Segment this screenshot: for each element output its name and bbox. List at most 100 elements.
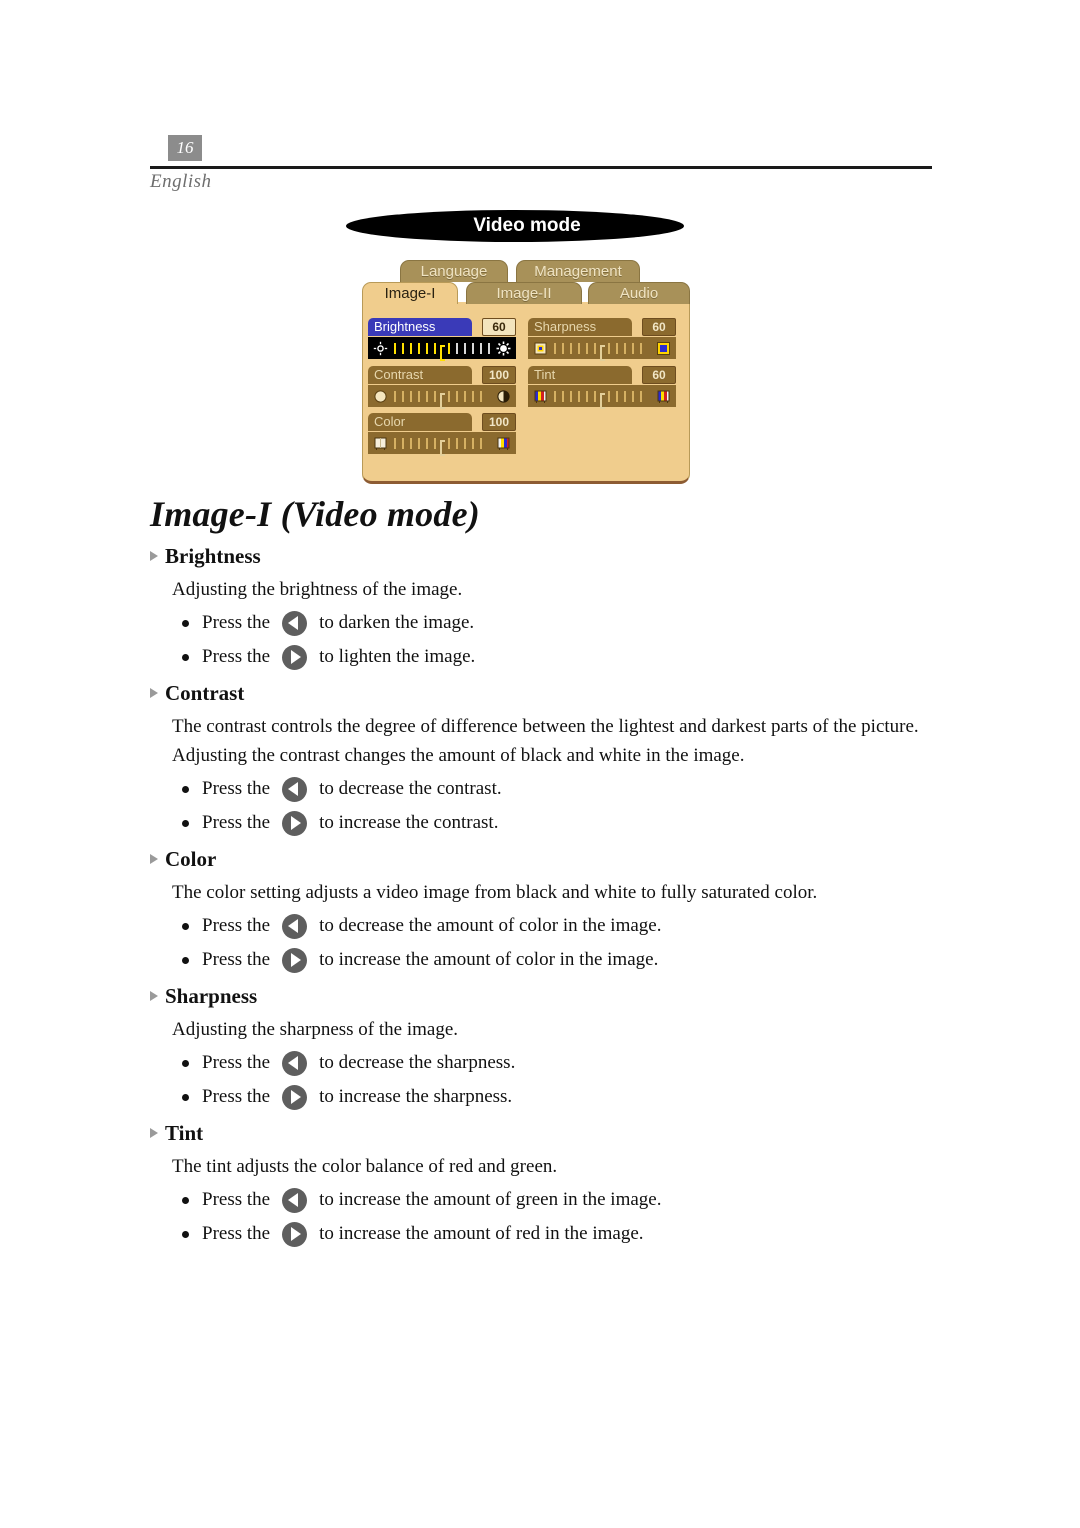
osd-slider-brightness[interactable]: Brightness 60 xyxy=(368,318,516,362)
press-suffix: to increase the amount of red in the ima… xyxy=(319,1223,644,1244)
press-suffix: to darken the image. xyxy=(319,612,475,633)
press-list: Press the to decrease the sharpness. Pre… xyxy=(182,1046,950,1114)
list-item: Press the to decrease the sharpness. xyxy=(182,1046,950,1080)
header-language-label: English xyxy=(150,171,212,192)
page-title: Image-I (Video mode) xyxy=(150,494,480,534)
list-item: Press the to increase the contrast. xyxy=(182,806,950,840)
square-soft-icon xyxy=(533,341,548,356)
section-color: Color The color setting adjusts a video … xyxy=(150,847,950,977)
osd-tab-language[interactable]: Language xyxy=(400,260,508,282)
arrow-right-icon[interactable] xyxy=(282,947,308,973)
slider-handle[interactable] xyxy=(440,345,445,361)
press-prefix: Press the xyxy=(202,949,271,970)
arrow-left-icon[interactable] xyxy=(282,1187,308,1213)
osd-slider-sharpness[interactable]: Sharpness 60 xyxy=(528,318,676,362)
section-heading-label: Brightness xyxy=(165,544,261,568)
list-item: Press the to darken the image. xyxy=(182,606,950,640)
section-heading: Tint xyxy=(150,1121,950,1146)
dot-bullet-icon xyxy=(182,1093,189,1101)
osd-slider-color[interactable]: Color 100 xyxy=(368,413,516,457)
slider-label: Contrast xyxy=(368,366,472,384)
slider-track[interactable] xyxy=(368,337,516,361)
section-contrast: Contrast The contrast controls the degre… xyxy=(150,681,950,840)
osd-slider-contrast[interactable]: Contrast 100 xyxy=(368,366,516,410)
circle-half-icon xyxy=(496,389,511,404)
slider-label: Color xyxy=(368,413,472,431)
list-item: Press the to increase the amount of gree… xyxy=(182,1183,950,1217)
video-mode-banner: Video mode xyxy=(346,210,684,242)
osd-slider-tint[interactable]: Tint 60 xyxy=(528,366,676,410)
section-body: The color setting adjusts a video image … xyxy=(172,882,818,903)
arrow-left-icon[interactable] xyxy=(282,913,308,939)
slider-handle[interactable] xyxy=(440,440,445,456)
palette-pale-icon xyxy=(373,436,388,451)
section-heading: Color xyxy=(150,847,950,872)
arrow-right-icon[interactable] xyxy=(282,1221,308,1247)
section-heading-label: Sharpness xyxy=(165,984,258,1008)
dot-bullet-icon xyxy=(182,1230,189,1238)
sun-bright-icon xyxy=(496,341,511,356)
slider-head: Contrast 100 xyxy=(368,366,516,384)
slider-ticks xyxy=(394,391,490,409)
arrow-left-icon[interactable] xyxy=(282,610,308,636)
arrow-left-icon[interactable] xyxy=(282,776,308,802)
list-item: Press the to increase the sharpness. xyxy=(182,1080,950,1114)
section-body: The contrast controls the degree of diff… xyxy=(172,716,919,766)
triangle-bullet-icon xyxy=(150,854,158,864)
slider-ticks xyxy=(394,343,490,361)
arrow-right-icon[interactable] xyxy=(282,644,308,670)
slider-handle[interactable] xyxy=(440,393,445,409)
list-item: Press the to decrease the contrast. xyxy=(182,772,950,806)
arrow-left-icon[interactable] xyxy=(282,1050,308,1076)
sun-small-icon xyxy=(373,341,388,356)
circle-dim-icon xyxy=(373,389,388,404)
slider-handle[interactable] xyxy=(600,393,605,409)
video-mode-label: Video mode xyxy=(473,215,581,236)
dot-bullet-icon xyxy=(182,819,189,827)
arrow-right-icon[interactable] xyxy=(282,810,308,836)
press-suffix: to decrease the amount of color in the i… xyxy=(319,915,662,936)
press-suffix: to increase the amount of color in the i… xyxy=(319,949,659,970)
press-suffix: to decrease the contrast. xyxy=(319,778,502,799)
section-heading-label: Tint xyxy=(165,1121,204,1145)
press-prefix: Press the xyxy=(202,778,271,799)
press-list: Press the to decrease the amount of colo… xyxy=(182,909,950,977)
section-body: Adjusting the brightness of the image. xyxy=(172,579,463,600)
slider-handle[interactable] xyxy=(600,345,605,361)
triangle-bullet-icon xyxy=(150,688,158,698)
slider-track[interactable] xyxy=(368,385,516,409)
slider-label: Sharpness xyxy=(528,318,632,336)
osd-tab-management[interactable]: Management xyxy=(516,260,640,282)
press-prefix: Press the xyxy=(202,612,271,633)
section-sharpness: Sharpness Adjusting the sharpness of the… xyxy=(150,984,950,1114)
press-prefix: Press the xyxy=(202,1052,271,1073)
dot-bullet-icon xyxy=(182,1059,189,1067)
osd-tab-image-i[interactable]: Image-I xyxy=(362,282,458,304)
slider-track[interactable] xyxy=(368,432,516,456)
header-divider xyxy=(150,166,932,169)
page-number: 16 xyxy=(168,135,202,161)
square-sharp-icon xyxy=(656,341,671,356)
section-heading-label: Contrast xyxy=(165,681,245,705)
press-prefix: Press the xyxy=(202,646,271,667)
slider-value: 100 xyxy=(482,366,516,384)
slider-value: 100 xyxy=(482,413,516,431)
list-item: Press the to increase the amount of red … xyxy=(182,1217,950,1251)
dot-bullet-icon xyxy=(182,922,189,930)
section-heading: Brightness xyxy=(150,544,950,569)
osd-tab-audio[interactable]: Audio xyxy=(588,282,690,304)
slider-head: Tint 60 xyxy=(528,366,676,384)
section-brightness: Brightness Adjusting the brightness of t… xyxy=(150,544,950,674)
press-suffix: to increase the sharpness. xyxy=(319,1086,513,1107)
slider-head: Brightness 60 xyxy=(368,318,516,336)
press-prefix: Press the xyxy=(202,915,271,936)
list-item: Press the to decrease the amount of colo… xyxy=(182,909,950,943)
section-body: Adjusting the sharpness of the image. xyxy=(172,1019,459,1040)
slider-ticks xyxy=(394,438,490,456)
arrow-right-icon[interactable] xyxy=(282,1084,308,1110)
slider-track[interactable] xyxy=(528,385,676,409)
slider-track[interactable] xyxy=(528,337,676,361)
press-prefix: Press the xyxy=(202,1223,271,1244)
osd-tab-image-ii[interactable]: Image-II xyxy=(466,282,582,304)
slider-label: Brightness xyxy=(368,318,472,336)
